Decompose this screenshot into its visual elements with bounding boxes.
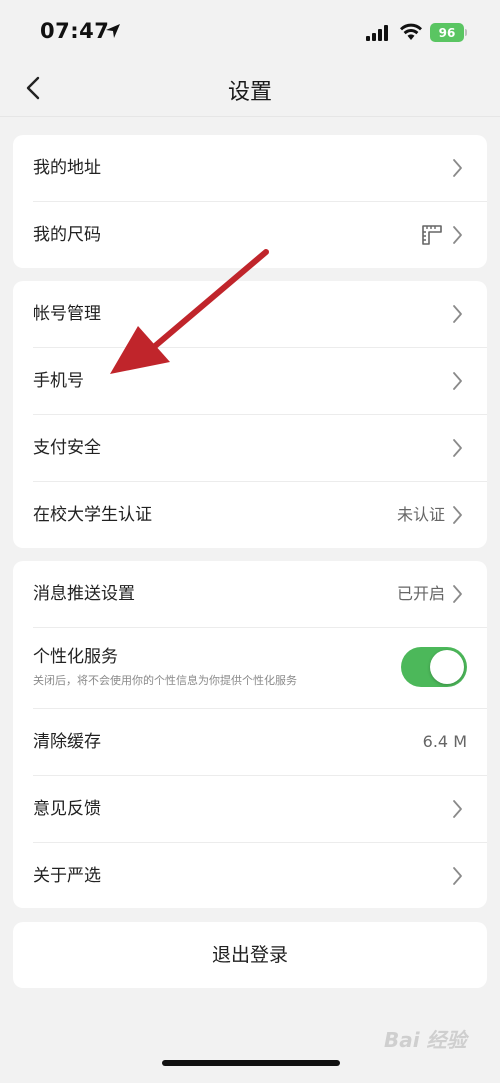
home-indicator bbox=[162, 1060, 340, 1066]
baidu-watermark: Bai 经验 bbox=[384, 1028, 467, 1052]
annotation-arrow-icon bbox=[110, 249, 269, 374]
